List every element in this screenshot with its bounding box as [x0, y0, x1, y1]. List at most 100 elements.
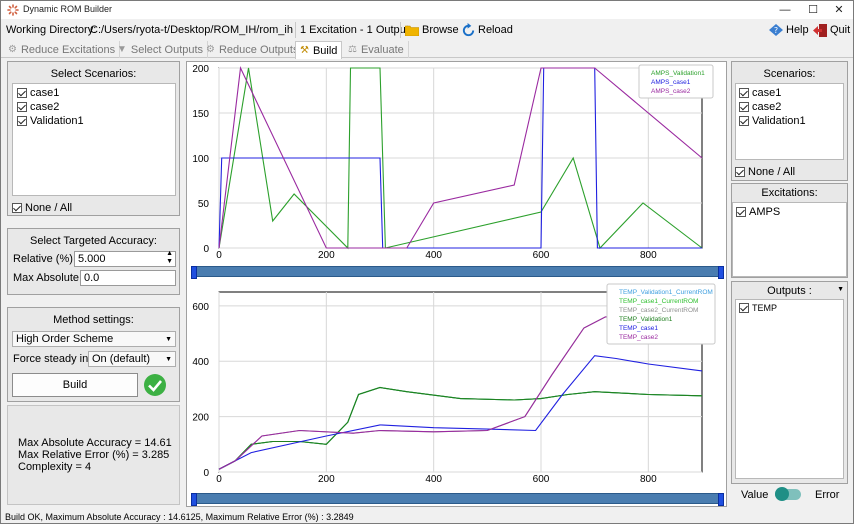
- force-steady-value: On (default): [92, 353, 151, 365]
- excitation-label: AMPS: [749, 206, 781, 218]
- force-steady-select[interactable]: On (default) ▼: [88, 351, 176, 367]
- tab-select-outputs[interactable]: ▼ Select Outputs: [113, 41, 209, 58]
- window-title: Dynamic ROM Builder: [23, 4, 113, 14]
- error-label: Error: [815, 489, 840, 501]
- build-button[interactable]: Build: [12, 373, 138, 397]
- tab-label: Reduce Excitations: [20, 43, 116, 56]
- slider-handle-right[interactable]: [718, 266, 724, 279]
- x-tick-label: 400: [425, 474, 442, 485]
- right-none-all[interactable]: None / All: [735, 166, 795, 178]
- tab-reduce-excitations[interactable]: ⚙ Reduce Excitations: [4, 41, 121, 58]
- excitation-chart[interactable]: 0 200 400 600 800 0 50 100 150 200 AMPS_Validation…: [187, 62, 726, 266]
- quit-button[interactable]: Quit: [813, 21, 850, 39]
- help-label: Help: [786, 24, 809, 36]
- right-scenario-item-case1[interactable]: case1: [739, 87, 781, 99]
- method-value: High Order Scheme: [16, 333, 114, 345]
- top-range-slider[interactable]: [191, 266, 724, 279]
- outputs-list[interactable]: TEMP: [735, 299, 844, 479]
- checkbox[interactable]: [17, 102, 27, 112]
- toolbar: Working Directory: C:/Users/ryota-t/Desk…: [1, 19, 853, 41]
- scenario-item-case2[interactable]: case2: [17, 101, 59, 113]
- help-button[interactable]: ? Help: [769, 21, 809, 39]
- value-error-toggle[interactable]: [775, 487, 801, 501]
- tab-reduce-outputs[interactable]: ⚙ Reduce Outputs: [202, 41, 304, 58]
- output-item-temp[interactable]: TEMP: [739, 303, 777, 313]
- slider-handle-right[interactable]: [718, 493, 724, 506]
- targeted-accuracy-title: Select Targeted Accuracy:: [30, 235, 157, 247]
- right-scenario-item-validation1[interactable]: Validation1: [739, 115, 806, 127]
- checkbox[interactable]: [12, 203, 22, 213]
- outputs-panel: Outputs : ▼ TEMP: [731, 281, 848, 484]
- legend-entry: TEMP_case1: [619, 325, 658, 332]
- scenario-item-validation1[interactable]: Validation1: [17, 115, 84, 127]
- toolbar-separator: [400, 22, 401, 38]
- slider-handle-left[interactable]: [191, 266, 197, 279]
- scenarios-none-all[interactable]: None / All: [12, 202, 72, 214]
- minimize-button[interactable]: —: [771, 1, 799, 19]
- max-relative-error: Max Relative Error (%) = 3.285: [18, 449, 170, 461]
- max-absolute-accuracy: Max Absolute Accuracy = 14.61: [18, 437, 172, 449]
- reload-button[interactable]: Reload: [461, 21, 513, 39]
- chevron-down-icon[interactable]: ▼: [837, 286, 844, 293]
- excitations-title: Excitations:: [761, 187, 818, 199]
- reload-icon: [462, 22, 475, 36]
- success-check-icon: [144, 374, 166, 396]
- value-label: Value: [741, 489, 769, 501]
- right-scenario-list[interactable]: case1 case2 Validation1: [735, 83, 844, 160]
- scenario-item-case1[interactable]: case1: [17, 87, 59, 99]
- scenario-label: case2: [30, 101, 60, 113]
- checkbox[interactable]: [739, 303, 749, 313]
- scenarios-title: Scenarios:: [763, 68, 816, 80]
- bottom-range-slider[interactable]: [191, 493, 724, 506]
- excitations-list[interactable]: AMPS: [732, 202, 847, 277]
- excitation-item-amps[interactable]: AMPS: [736, 206, 780, 218]
- help-icon: ?: [769, 24, 783, 36]
- relative-spinbox[interactable]: 5.000 ▲ ▼: [74, 250, 176, 267]
- spin-arrows-icon[interactable]: ▲ ▼: [166, 250, 173, 266]
- x-tick-label: 600: [533, 474, 550, 485]
- filter-icon: ▼: [117, 44, 127, 55]
- checkbox[interactable]: [739, 88, 749, 98]
- scenarios-panel: Scenarios: case1 case2 Validation1 None …: [731, 61, 848, 181]
- legend-entry: AMPS_Validation1: [651, 70, 705, 77]
- checkbox[interactable]: [736, 207, 746, 217]
- legend-entry: TEMP_case2_CurrentROM: [619, 307, 698, 314]
- max-absolute-input[interactable]: 0.0: [80, 270, 176, 286]
- toggle-knob[interactable]: [775, 487, 789, 501]
- y-tick-label: 50: [198, 199, 210, 210]
- scenario-label: Validation1: [752, 115, 806, 127]
- scenario-label: case1: [30, 87, 60, 99]
- checkbox[interactable]: [17, 88, 27, 98]
- x-tick-label: 600: [533, 250, 550, 261]
- outputs-title[interactable]: Outputs :: [732, 285, 847, 297]
- close-button[interactable]: ✕: [825, 1, 853, 19]
- browse-button[interactable]: Browse: [405, 21, 459, 39]
- slider-handle-left[interactable]: [191, 493, 197, 506]
- chevron-down-icon: ▼: [165, 356, 172, 363]
- relative-value: 5.000: [78, 253, 106, 265]
- y-tick-label: 400: [192, 357, 209, 368]
- scenario-list[interactable]: case1 case2 Validation1: [12, 83, 176, 196]
- sliders-icon: ⚙: [8, 44, 17, 55]
- tab-build[interactable]: ⚒ Build: [295, 41, 343, 59]
- tab-evaluate[interactable]: ⚖ Evaluate: [344, 41, 409, 58]
- x-tick-label: 400: [425, 250, 442, 261]
- right-scenario-item-case2[interactable]: case2: [739, 101, 781, 113]
- output-chart[interactable]: 0 200 400 600 800 0 200 400 600 TEMP_Validation1_…: [187, 281, 726, 487]
- max-absolute-label: Max Absolute: [13, 272, 80, 284]
- checkbox[interactable]: [739, 116, 749, 126]
- checkbox[interactable]: [735, 167, 745, 177]
- evaluate-icon: ⚖: [348, 44, 357, 55]
- scenario-label: Validation1: [30, 115, 84, 127]
- legend-entry: TEMP_case2: [619, 334, 658, 341]
- x-tick-label: 200: [318, 474, 335, 485]
- y-tick-label: 600: [192, 302, 209, 313]
- x-tick-label: 800: [640, 474, 657, 485]
- legend-entry: TEMP_Validation1_CurrentROM: [619, 289, 713, 296]
- maximize-button[interactable]: ☐: [799, 1, 827, 19]
- sliders-icon: ⚙: [206, 44, 215, 55]
- checkbox[interactable]: [17, 116, 27, 126]
- method-select[interactable]: High Order Scheme ▼: [12, 331, 176, 347]
- legend-entry: TEMP_case1_CurrentROM: [619, 298, 698, 305]
- checkbox[interactable]: [739, 102, 749, 112]
